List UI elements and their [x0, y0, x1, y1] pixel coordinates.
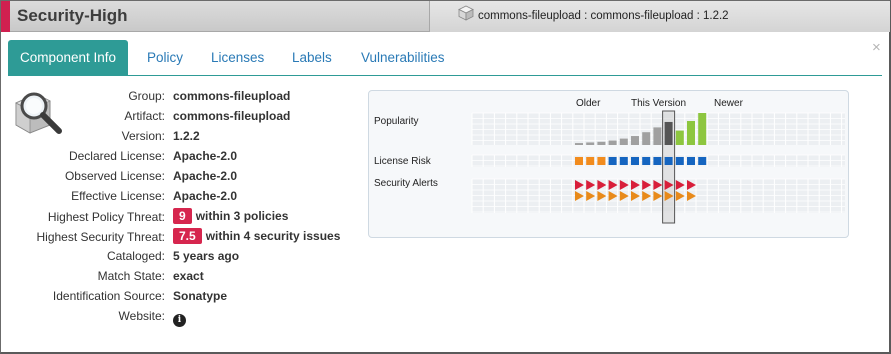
version-label: Version: — [121, 129, 165, 143]
popularity-bar — [664, 121, 673, 145]
identification-source-label: Identification Source: — [52, 289, 165, 303]
tab-bar: Component Info Policy Licenses Labels Vu… — [8, 40, 882, 75]
effective-license-value: Apache-2.0 — [173, 189, 238, 203]
popularity-bar — [687, 121, 695, 145]
match-state-value: exact — [173, 269, 204, 283]
older-label: Older — [576, 98, 601, 109]
info-row-identification-source: Identification Source: Sonatype — [1, 289, 361, 307]
popularity-bar — [653, 127, 662, 145]
artifact-value: commons-fileupload — [173, 109, 291, 123]
license-risk-square — [586, 157, 595, 165]
policy-threat-label: Highest Policy Threat: — [47, 210, 165, 224]
license-risk-square — [619, 157, 628, 165]
popularity-bar — [586, 142, 595, 145]
popularity-bar — [675, 130, 684, 145]
popularity-row-label: Popularity — [374, 116, 418, 127]
info-row-website: Website: i — [1, 309, 361, 327]
version-value: 1.2.2 — [173, 129, 200, 143]
popularity-bar — [608, 140, 617, 145]
popularity-bar — [575, 143, 583, 145]
observed-license-value: Apache-2.0 — [173, 169, 238, 183]
license-risk-square — [653, 157, 662, 165]
version-graph: Older This Version Newer Popularity Lice… — [368, 90, 849, 238]
info-row-group: Group: commons-fileupload — [1, 89, 361, 107]
info-row-declared-license: Declared License: Apache-2.0 — [1, 149, 361, 167]
group-label: Group: — [128, 89, 165, 103]
declared-license-label: Declared License: — [68, 149, 165, 163]
tab-licenses[interactable]: Licenses — [211, 40, 264, 75]
component-coordinates: commons-fileupload : commons-fileupload … — [429, 1, 890, 32]
policy-threat-badge: 9 — [173, 208, 192, 224]
website-value: i — [173, 311, 186, 327]
popularity-bar — [597, 141, 606, 145]
license-risk-square — [698, 157, 707, 165]
info-row-observed-license: Observed License: Apache-2.0 — [1, 169, 361, 187]
popularity-bar — [619, 138, 628, 145]
security-threat-text: within 4 security issues — [205, 229, 341, 243]
page-title: Security-High — [17, 6, 128, 25]
match-state-label: Match State: — [97, 269, 165, 283]
info-row-artifact: Artifact: commons-fileupload — [1, 109, 361, 127]
license-risk-square — [664, 157, 673, 165]
tab-policy[interactable]: Policy — [147, 40, 183, 75]
identification-source-value: Sonatype — [173, 289, 228, 303]
observed-license-label: Observed License: — [64, 169, 165, 183]
license-risk-row-label: License Risk — [374, 156, 432, 167]
cataloged-value: 5 years ago — [173, 249, 240, 263]
popularity-bar — [631, 136, 639, 145]
license-risk-square — [642, 157, 651, 165]
threat-accent-bar — [1, 1, 10, 32]
tab-component-info[interactable]: Component Info — [8, 40, 129, 75]
policy-threat-value: 9 within 3 policies — [173, 208, 288, 224]
tab-vulnerabilities[interactable]: Vulnerabilities — [361, 40, 445, 75]
security-threat-badge: 7.5 — [173, 228, 202, 244]
info-row-match-state: Match State: exact — [1, 269, 361, 287]
component-detail-dialog: Security-High commons-fileupload : commo… — [0, 0, 891, 354]
website-label: Website: — [118, 309, 165, 323]
popularity-bar — [698, 113, 707, 145]
info-row-security-threat: Highest Security Threat: 7.5 within 4 sec… — [1, 228, 361, 246]
info-row-effective-license: Effective License: Apache-2.0 — [1, 189, 361, 207]
close-icon[interactable]: × — [872, 39, 881, 56]
info-row-cataloged: Cataloged: 5 years ago — [1, 249, 361, 267]
security-threat-label: Highest Security Threat: — [36, 230, 165, 244]
license-risk-square — [675, 157, 684, 165]
info-row-version: Version: 1.2.2 — [1, 129, 361, 147]
popularity-bar — [642, 132, 651, 145]
title-bar: Security-High commons-fileupload : commo… — [1, 1, 890, 32]
version-graph-svg: Older This Version Newer Popularity Lice… — [374, 98, 845, 224]
tab-labels[interactable]: Labels — [292, 40, 332, 75]
license-risk-square — [631, 157, 639, 165]
tab-underline — [8, 75, 882, 76]
component-cube-icon — [458, 5, 474, 21]
policy-threat-text: within 3 policies — [195, 209, 289, 223]
group-value: commons-fileupload — [173, 89, 291, 103]
declared-license-value: Apache-2.0 — [173, 149, 238, 163]
license-risk-square — [687, 157, 695, 165]
info-icon[interactable]: i — [173, 314, 186, 327]
effective-license-label: Effective License: — [71, 189, 165, 203]
newer-label: Newer — [714, 98, 744, 109]
coordinates-text: commons-fileupload : commons-fileupload … — [478, 10, 729, 22]
security-alerts-row-label: Security Alerts — [374, 178, 438, 189]
license-risk-square — [608, 157, 617, 165]
info-row-policy-threat: Highest Policy Threat: 9 within 3 policie… — [1, 208, 361, 226]
cataloged-label: Cataloged: — [106, 249, 165, 263]
security-threat-value: 7.5 within 4 security issues — [173, 228, 340, 244]
this-version-label: This Version — [631, 98, 686, 109]
license-risk-square — [597, 157, 606, 165]
artifact-label: Artifact: — [124, 109, 165, 123]
license-risk-square — [575, 157, 583, 165]
